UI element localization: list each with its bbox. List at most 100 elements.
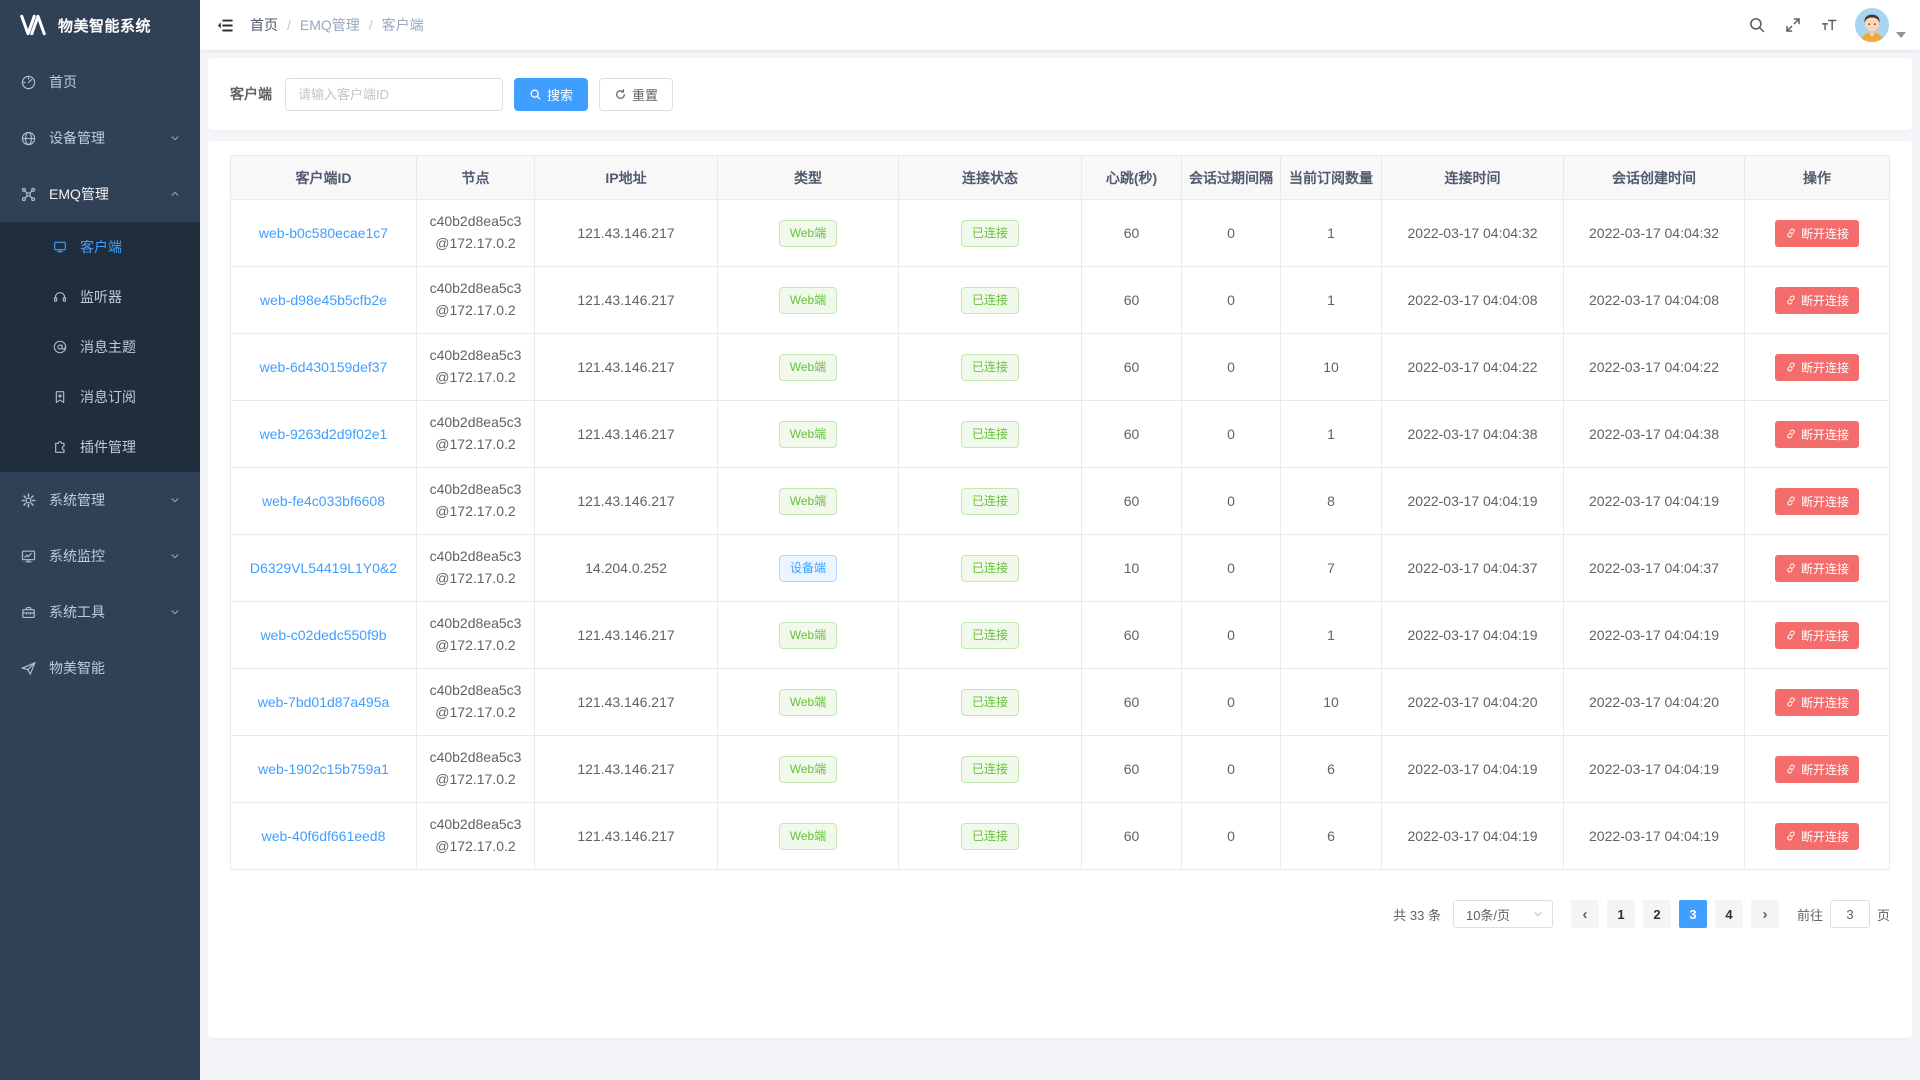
sidebar-item-subscribe[interactable]: 消息订阅 <box>0 372 200 422</box>
avatar <box>1855 8 1889 42</box>
brand-logo-icon <box>18 10 48 40</box>
client-id-link[interactable]: web-40f6df661eed8 <box>262 828 386 844</box>
header-search-button[interactable] <box>1739 0 1775 50</box>
fullscreen-button[interactable] <box>1775 0 1811 50</box>
disconnect-button[interactable]: 断开连接 <box>1775 555 1859 582</box>
sidebar-item-topic[interactable]: 消息主题 <box>0 322 200 372</box>
type-badge: Web端 <box>779 354 837 381</box>
sidebar-menu: 首页 设备管理 EMQ管理 客户端 监听器 <box>0 50 200 696</box>
disconnect-button[interactable]: 断开连接 <box>1775 622 1859 649</box>
session-expiry-cell: 0 <box>1182 535 1281 602</box>
goto-label: 前往 <box>1797 905 1823 924</box>
sidebar-item-client[interactable]: 客户端 <box>0 222 200 272</box>
disconnect-button[interactable]: 断开连接 <box>1775 823 1859 850</box>
link-off-icon <box>1785 763 1797 775</box>
disconnect-button[interactable]: 断开连接 <box>1775 421 1859 448</box>
status-badge: 已连接 <box>961 622 1019 649</box>
col-type: 类型 <box>718 156 899 200</box>
reset-button[interactable]: 重置 <box>599 78 673 111</box>
session-create-time-cell: 2022-03-17 04:04:08 <box>1564 267 1745 334</box>
breadcrumb-home[interactable]: 首页 <box>250 15 278 35</box>
page-button-1[interactable]: 1 <box>1607 900 1635 928</box>
node-cell: c40b2d8ea5c3 @172.17.0.2 <box>417 334 535 401</box>
node-cell: c40b2d8ea5c3 @172.17.0.2 <box>417 267 535 334</box>
next-page-button[interactable]: › <box>1751 900 1779 928</box>
session-create-time-cell: 2022-03-17 04:04:19 <box>1564 803 1745 870</box>
logo[interactable]: 物美智能系统 <box>0 0 200 50</box>
sidebar-item-wumei[interactable]: 物美智能 <box>0 640 200 696</box>
client-id-link[interactable]: web-6d430159def37 <box>260 359 388 375</box>
session-expiry-cell: 0 <box>1182 267 1281 334</box>
emq-submenu: 客户端 监听器 消息主题 消息订阅 插件管理 <box>0 222 200 472</box>
heartbeat-cell: 60 <box>1082 602 1182 669</box>
sidebar-item-system[interactable]: 系统管理 <box>0 472 200 528</box>
user-menu[interactable] <box>1855 8 1906 42</box>
chevron-down-icon <box>1532 908 1544 920</box>
sidebar-item-listener[interactable]: 监听器 <box>0 272 200 322</box>
sidebar-item-label: 监听器 <box>80 287 182 307</box>
link-off-icon <box>1785 629 1797 641</box>
disconnect-button[interactable]: 断开连接 <box>1775 756 1859 783</box>
client-table-panel: 客户端ID 节点 IP地址 类型 连接状态 心跳(秒) 会话过期间隔 当前订阅数… <box>208 141 1912 1038</box>
status-badge: 已连接 <box>961 421 1019 448</box>
pagination-total: 共 33 条 <box>1393 905 1441 924</box>
app-root: 物美智能系统 首页 设备管理 EMQ管理 客户端 <box>0 0 1920 1080</box>
ip-cell: 121.43.146.217 <box>535 200 718 267</box>
session-expiry-cell: 0 <box>1182 401 1281 468</box>
client-id-link[interactable]: D6329VL54419L1Y0&2 <box>250 560 397 576</box>
disconnect-button[interactable]: 断开连接 <box>1775 354 1859 381</box>
table-row: web-6d430159def37 c40b2d8ea5c3 @172.17.0… <box>231 334 1890 401</box>
disconnect-button[interactable]: 断开连接 <box>1775 689 1859 716</box>
prev-page-button[interactable]: ‹ <box>1571 900 1599 928</box>
pagination: 共 33 条 10条/页 ‹ 1 2 3 4 › 前往 页 <box>230 900 1890 928</box>
client-id-input[interactable] <box>285 78 503 111</box>
client-id-link[interactable]: web-fe4c033bf6608 <box>262 493 385 509</box>
col-client-id: 客户端ID <box>231 156 417 200</box>
sidebar-fold-button[interactable] <box>200 0 250 50</box>
subscriptions-cell: 6 <box>1281 803 1382 870</box>
sidebar-item-emq[interactable]: EMQ管理 <box>0 166 200 222</box>
client-id-link[interactable]: web-c02dedc550f9b <box>260 627 386 643</box>
type-badge: Web端 <box>779 689 837 716</box>
session-create-time-cell: 2022-03-17 04:04:22 <box>1564 334 1745 401</box>
node-cell: c40b2d8ea5c3 @172.17.0.2 <box>417 736 535 803</box>
sidebar-item-plugin[interactable]: 插件管理 <box>0 422 200 472</box>
sidebar-item-home[interactable]: 首页 <box>0 54 200 110</box>
page-button-4[interactable]: 4 <box>1715 900 1743 928</box>
client-id-link[interactable]: web-b0c580ecae1c7 <box>259 225 388 241</box>
sidebar-item-monitor[interactable]: 系统监控 <box>0 528 200 584</box>
gear-icon <box>20 492 37 509</box>
client-id-link[interactable]: web-d98e45b5cfb2e <box>260 292 387 308</box>
page-button-3-active[interactable]: 3 <box>1679 900 1707 928</box>
session-expiry-cell: 0 <box>1182 803 1281 870</box>
sidebar-item-label: 客户端 <box>80 237 182 257</box>
search-button[interactable]: 搜索 <box>514 78 588 111</box>
sidebar-item-label: 系统管理 <box>49 490 168 510</box>
sidebar-item-tools[interactable]: 系统工具 <box>0 584 200 640</box>
heartbeat-cell: 60 <box>1082 468 1182 535</box>
session-create-time-cell: 2022-03-17 04:04:38 <box>1564 401 1745 468</box>
heartbeat-cell: 60 <box>1082 401 1182 468</box>
sidebar-item-device[interactable]: 设备管理 <box>0 110 200 166</box>
connect-time-cell: 2022-03-17 04:04:19 <box>1382 602 1564 669</box>
sidebar-item-label: 设备管理 <box>49 128 168 148</box>
disconnect-button[interactable]: 断开连接 <box>1775 287 1859 314</box>
page-button-2[interactable]: 2 <box>1643 900 1671 928</box>
sidebar-item-label: EMQ管理 <box>49 184 168 204</box>
ip-cell: 121.43.146.217 <box>535 468 718 535</box>
breadcrumb-section[interactable]: EMQ管理 <box>300 15 360 35</box>
client-id-link[interactable]: web-1902c15b759a1 <box>258 761 389 777</box>
font-size-button[interactable] <box>1811 0 1847 50</box>
disconnect-button[interactable]: 断开连接 <box>1775 488 1859 515</box>
page-size-select[interactable]: 10条/页 <box>1453 900 1553 928</box>
connect-time-cell: 2022-03-17 04:04:22 <box>1382 334 1564 401</box>
client-id-link[interactable]: web-7bd01d87a495a <box>258 694 390 710</box>
client-id-link[interactable]: web-9263d2d9f02e1 <box>260 426 388 442</box>
node-cell: c40b2d8ea5c3 @172.17.0.2 <box>417 535 535 602</box>
refresh-icon <box>614 88 627 101</box>
disconnect-button[interactable]: 断开连接 <box>1775 220 1859 247</box>
sidebar-item-label: 插件管理 <box>80 437 182 457</box>
type-badge: Web端 <box>779 220 837 247</box>
table-row: web-1902c15b759a1 c40b2d8ea5c3 @172.17.0… <box>231 736 1890 803</box>
goto-page-input[interactable] <box>1830 900 1870 928</box>
